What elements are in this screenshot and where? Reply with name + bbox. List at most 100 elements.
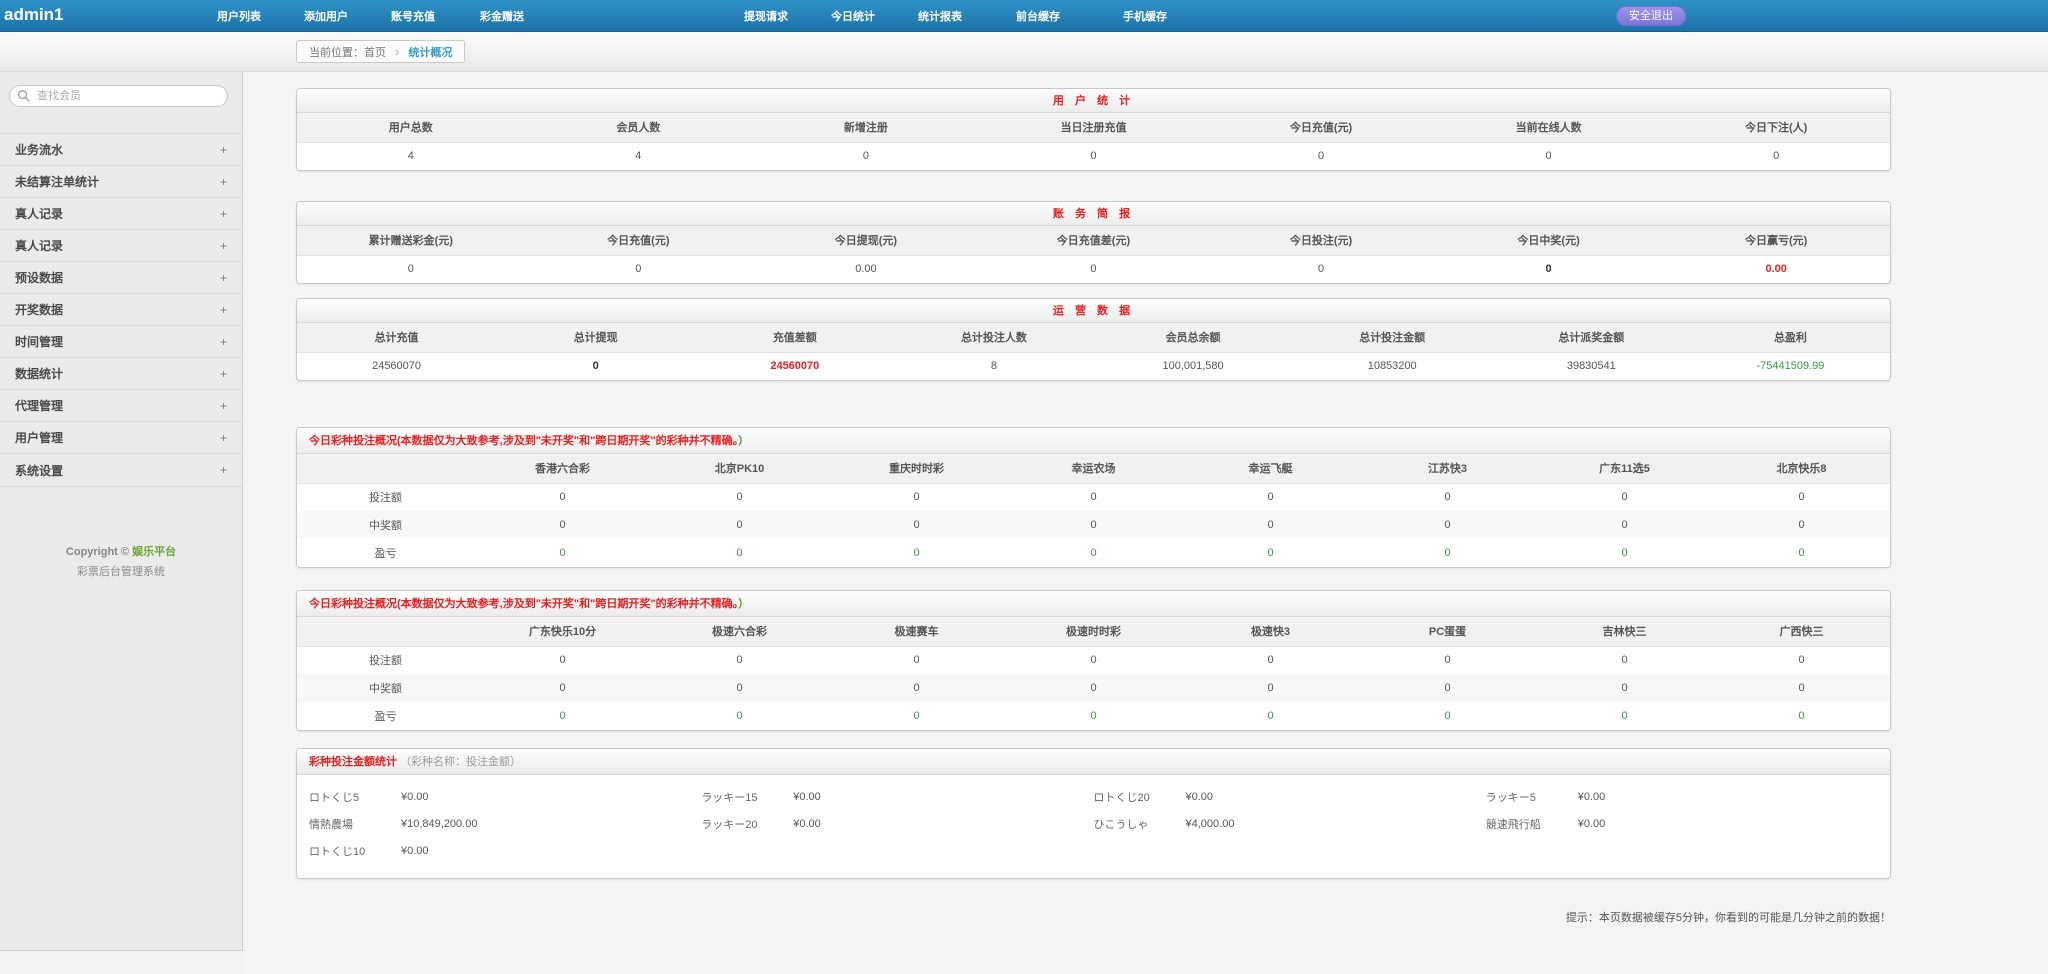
lottery-amount: ¥0.00 bbox=[401, 791, 429, 803]
platform-brand-link[interactable]: 娱乐平台 bbox=[132, 546, 176, 558]
list-item: ラッキー15¥0.00 bbox=[701, 787, 1093, 806]
list-item: ロトくじ5¥0.00 bbox=[309, 787, 701, 806]
safe-logout-button[interactable]: 安全退出 bbox=[1616, 6, 1686, 26]
list-item: ひこうしゃ¥4,000.00 bbox=[1094, 814, 1486, 833]
nav-stats-report[interactable]: 统计报表 bbox=[918, 8, 962, 24]
table-cell: 当日注册充值 bbox=[980, 113, 1208, 142]
sidebar-item-user-management[interactable]: 用户管理+ bbox=[0, 422, 242, 454]
table-cell: 0 bbox=[297, 255, 525, 283]
table-cell: 今日中奖(元) bbox=[1435, 226, 1663, 255]
sidebar-item-unsettled-bets[interactable]: 未结算注单统计 + bbox=[0, 166, 242, 198]
nav-add-user[interactable]: 添加用户 bbox=[304, 8, 348, 24]
nav-user-list[interactable]: 用户列表 bbox=[217, 8, 261, 24]
table-cell: 0 bbox=[1005, 511, 1182, 539]
nav-bonus-gift[interactable]: 彩金赠送 bbox=[480, 8, 524, 24]
sidebar-menu: 业务流水+ 未结算注单统计 + 真人记录+ 真人记录+ 预设数据+ 开奖数据+ 时… bbox=[0, 133, 242, 487]
table-cell: 香港六合彩 bbox=[474, 454, 651, 483]
breadcrumb: 当前位置：首页 › 统计概况 bbox=[296, 40, 465, 63]
finance-brief-title: 账 务 简 报 bbox=[297, 202, 1890, 226]
table-cell: 0 bbox=[1713, 511, 1890, 539]
title-subtitle: （彩种名称：投注金额） bbox=[400, 756, 521, 768]
nav-front-cache[interactable]: 前台缓存 bbox=[1016, 8, 1060, 24]
table-cell: 总计投注金额 bbox=[1293, 323, 1492, 352]
lottery-name: 競速飛行船 bbox=[1486, 816, 1578, 832]
plus-icon: + bbox=[220, 175, 227, 189]
table-cell: 总盈利 bbox=[1691, 323, 1890, 352]
operation-data-panel: 运 营 数 据 总计充值总计提现充值差额总计投注人数会员总余额总计投注金额总计派… bbox=[296, 298, 1891, 381]
sidebar-item-preset-data[interactable]: 预设数据+ bbox=[0, 262, 242, 294]
cache-tip: 提示：本页数据被缓存5分钟，你看到的可能是几分钟之前的数据！ bbox=[296, 909, 1891, 925]
table-cell: 极速时时彩 bbox=[1005, 617, 1182, 646]
today-bets-panel-1: 今日彩种投注概况(本数据仅为大致参考,涉及到"未开奖"和"跨日期开奖"的彩种并不… bbox=[296, 427, 1891, 568]
row-label: 盈亏 bbox=[297, 539, 474, 567]
plus-icon: + bbox=[220, 239, 227, 253]
table-cell: 0 bbox=[1005, 539, 1182, 567]
row-label: 盈亏 bbox=[297, 702, 474, 730]
breadcrumb-current-page[interactable]: 统计概况 bbox=[408, 44, 452, 60]
sidebar-item-live-records-2[interactable]: 真人记录+ bbox=[0, 230, 242, 262]
table-cell: 0 bbox=[651, 511, 828, 539]
table-cell: 0 bbox=[1713, 646, 1890, 674]
table-cell: 今日充值(元) bbox=[1207, 113, 1435, 142]
main-content: 用 户 统 计 用户总数会员人数新增注册当日注册充值今日充值(元)当前在线人数今… bbox=[243, 72, 2048, 974]
sidebar-item-data-stats[interactable]: 数据统计+ bbox=[0, 358, 242, 390]
lottery-amount: ¥0.00 bbox=[793, 818, 821, 830]
sidebar-item-label: 时间管理 bbox=[15, 333, 63, 350]
table-cell: 0 bbox=[1005, 674, 1182, 702]
today-bets-title-1: 今日彩种投注概况(本数据仅为大致参考,涉及到"未开奖"和"跨日期开奖"的彩种并不… bbox=[297, 428, 1890, 454]
table-cell: 极速快3 bbox=[1182, 617, 1359, 646]
table-cell: 北京快乐8 bbox=[1713, 454, 1890, 483]
table-row: 中奖额00000000 bbox=[297, 674, 1890, 702]
table-row: 000.000000.00 bbox=[297, 255, 1890, 283]
table-cell: 0 bbox=[752, 142, 980, 170]
today-bets-table-1: 香港六合彩北京PK10重庆时时彩幸运农场幸运飞艇江苏快3广东11选5北京快乐8 … bbox=[297, 454, 1890, 567]
finance-brief-table: 累计赠送彩金(元)今日充值(元)今日提现(元)今日充值差(元)今日投注(元)今日… bbox=[297, 226, 1890, 283]
table-cell: 0 bbox=[1359, 702, 1536, 730]
table-cell: 0 bbox=[980, 142, 1208, 170]
nav-mobile-cache[interactable]: 手机缓存 bbox=[1123, 8, 1167, 24]
nav-withdraw-requests[interactable]: 提现请求 bbox=[744, 8, 788, 24]
lottery-name: 情熱農場 bbox=[309, 816, 401, 832]
sidebar-item-label: 用户管理 bbox=[15, 429, 63, 446]
lottery-name: ラッキー20 bbox=[701, 816, 793, 832]
table-cell: 0 bbox=[474, 674, 651, 702]
table-cell: 当前在线人数 bbox=[1435, 113, 1663, 142]
sidebar-item-draw-data[interactable]: 开奖数据+ bbox=[0, 294, 242, 326]
sidebar-item-system-settings[interactable]: 系统设置+ bbox=[0, 454, 242, 486]
row-label: 投注额 bbox=[297, 646, 474, 674]
table-cell: -75441509.99 bbox=[1691, 352, 1890, 380]
table-cell: 0 bbox=[1359, 646, 1536, 674]
table-cell: 今日赢亏(元) bbox=[1662, 226, 1890, 255]
table-cell: 0 bbox=[474, 539, 651, 567]
table-cell: 今日投注(元) bbox=[1207, 226, 1435, 255]
table-cell: 0 bbox=[1536, 483, 1713, 511]
table-cell: 0.00 bbox=[752, 255, 980, 283]
sidebar-item-label: 未结算注单统计 bbox=[15, 173, 99, 190]
sidebar-item-agent-management[interactable]: 代理管理+ bbox=[0, 390, 242, 422]
table-cell: 幸运飞艇 bbox=[1182, 454, 1359, 483]
top-bar: admin1 用户列表 添加用户 账号充值 彩金赠送 提现请求 今日统计 统计报… bbox=[0, 0, 2048, 32]
lottery-amount: ¥0.00 bbox=[1578, 818, 1606, 830]
table-cell: 总计派奖金额 bbox=[1492, 323, 1691, 352]
search-icon bbox=[17, 89, 30, 102]
nav-account-recharge[interactable]: 账号充值 bbox=[391, 8, 435, 24]
table-cell: 0 bbox=[1662, 142, 1890, 170]
title-red-text: 今日彩种投注概况(本数据仅为大致参考,涉及到"未开奖"和"跨日期开奖"的彩种并不… bbox=[309, 598, 738, 610]
sidebar-item-business-flow[interactable]: 业务流水+ bbox=[0, 134, 242, 166]
table-cell: 39830541 bbox=[1492, 352, 1691, 380]
sidebar-item-live-records-1[interactable]: 真人记录+ bbox=[0, 198, 242, 230]
sidebar-item-time-management[interactable]: 时间管理+ bbox=[0, 326, 242, 358]
member-search-input[interactable] bbox=[9, 85, 228, 107]
sidebar: 业务流水+ 未结算注单统计 + 真人记录+ 真人记录+ 预设数据+ 开奖数据+ 时… bbox=[0, 72, 243, 951]
table-row: 盈亏00000000 bbox=[297, 539, 1890, 567]
table-cell: 北京PK10 bbox=[651, 454, 828, 483]
top-navigation: 用户列表 添加用户 账号充值 彩金赠送 提现请求 今日统计 统计报表 前台缓存 … bbox=[0, 0, 1167, 32]
list-item: ラッキー20¥0.00 bbox=[701, 814, 1093, 833]
empty-header-cell bbox=[297, 617, 474, 646]
plus-icon: + bbox=[220, 207, 227, 221]
table-cell: 0 bbox=[828, 539, 1005, 567]
lottery-amount: ¥0.00 bbox=[793, 791, 821, 803]
table-cell: 0 bbox=[1359, 511, 1536, 539]
copyright-text: Copyright © bbox=[66, 546, 129, 558]
nav-today-stats[interactable]: 今日统计 bbox=[831, 8, 875, 24]
